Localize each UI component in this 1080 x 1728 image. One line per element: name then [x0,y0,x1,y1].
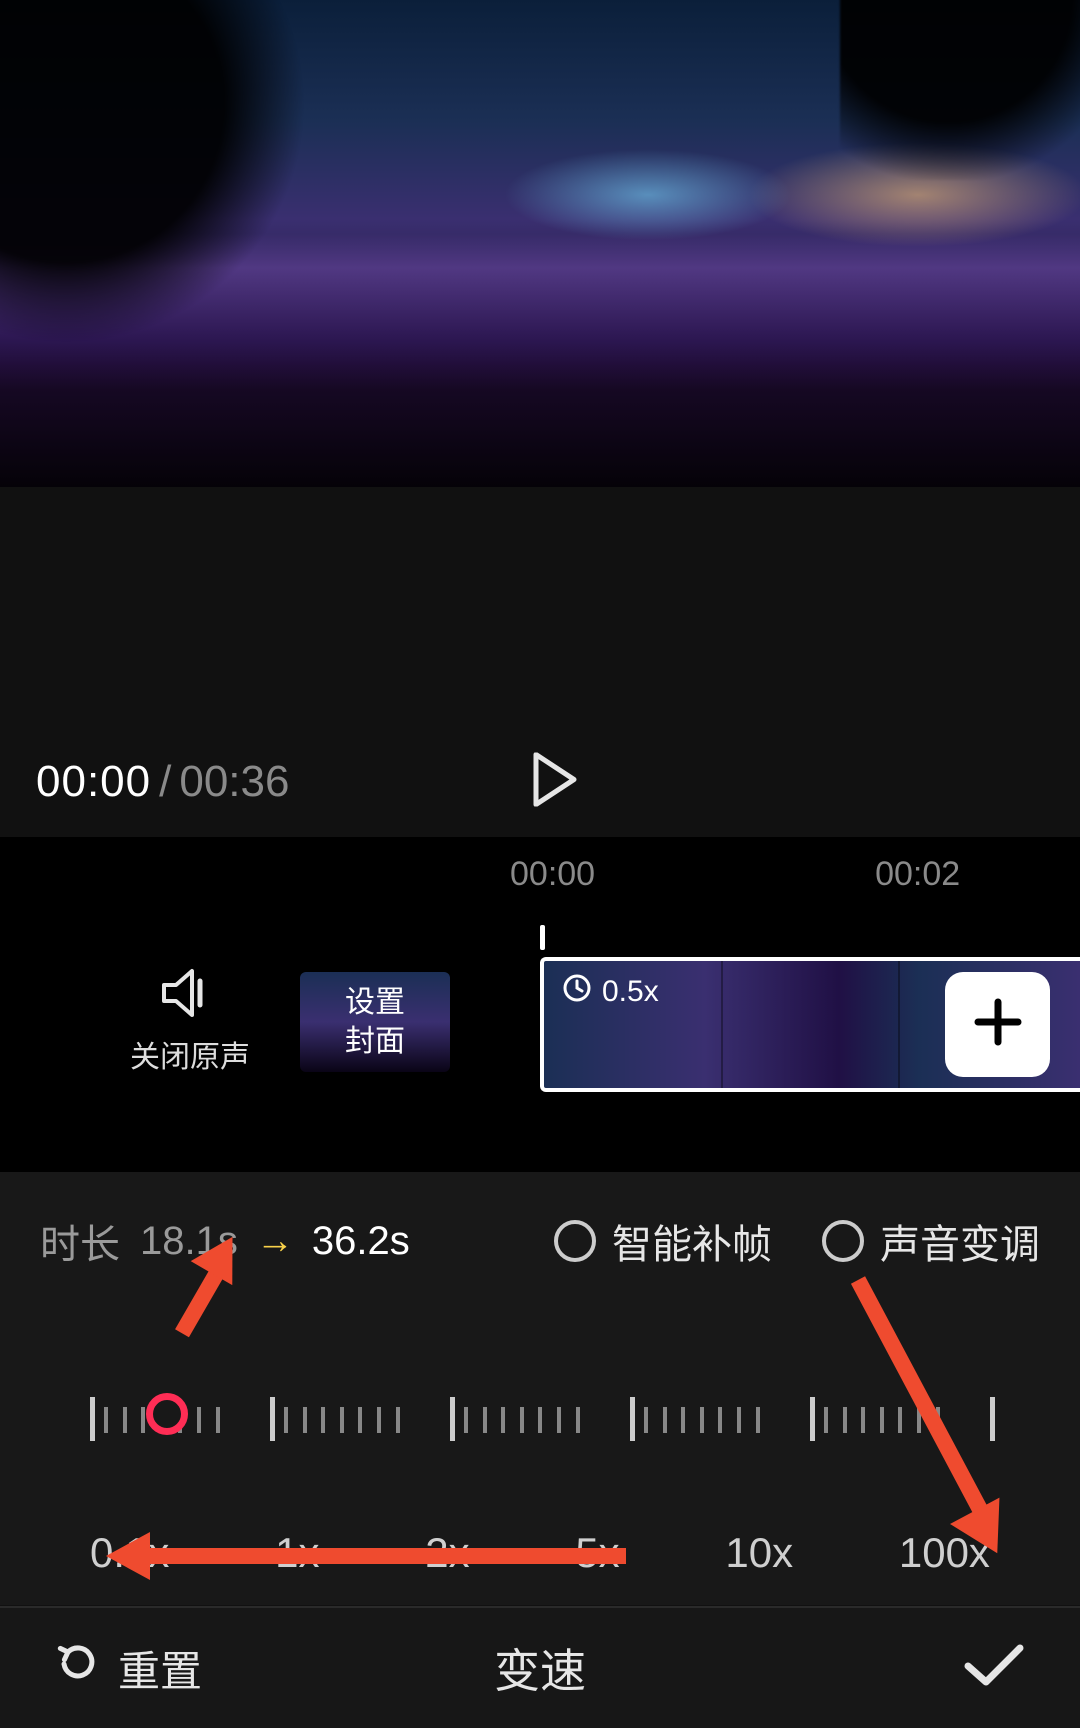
reset-icon [54,1640,100,1696]
duration-from: 18.1s [140,1219,238,1264]
speed-mark: 2x [425,1529,469,1577]
duration-label: 时长 [40,1212,120,1270]
check-icon [962,1642,1026,1690]
speed-slider[interactable]: 0.1x 1x 2x 5x 10x 100x [90,1397,990,1577]
video-preview[interactable] [0,0,1080,487]
mute-button[interactable]: 关闭原声 [130,967,250,1077]
slider-handle[interactable] [146,1393,188,1435]
radio-unchecked-icon [554,1220,596,1262]
speed-mark: 5x [575,1529,619,1577]
plus-icon [972,996,1024,1053]
duration-info: 时长 18.1s → 36.2s 智能补帧 声音变调 [40,1212,1040,1270]
option-label: 智能补帧 [612,1212,772,1270]
smart-interpolation-toggle[interactable]: 智能补帧 [554,1212,772,1270]
playhead[interactable] [540,925,545,950]
time-current: 00:00 [36,757,151,807]
clip-speed-badge: 0.5x [562,973,659,1011]
playback-bar: 00:00 / 00:36 [0,727,1080,837]
speed-mark: 10x [725,1529,793,1577]
bottom-bar: 重置 变速 [0,1606,1080,1728]
set-cover-button[interactable]: 设置 封面 [300,972,450,1072]
set-cover-label: 设置 封面 [345,983,405,1061]
clip-divider [721,961,723,1088]
timeline-ruler: 00:00 00:02 [0,855,1080,894]
reset-button[interactable]: 重置 [0,1638,202,1699]
speed-marks: 0.1x 1x 2x 5x 10x 100x [90,1529,990,1577]
timeline[interactable]: 00:00 00:02 关闭原声 设置 封面 0.5x [0,837,1080,1172]
radio-unchecked-icon [822,1220,864,1262]
speed-mark: 100x [899,1529,990,1577]
play-icon[interactable] [530,753,578,812]
clip-speed-value: 0.5x [602,975,659,1009]
duration-to: 36.2s [312,1219,410,1264]
confirm-button[interactable] [962,1642,1026,1695]
speed-mark: 0.1x [90,1529,169,1577]
pitch-shift-toggle[interactable]: 声音变调 [822,1212,1040,1270]
speed-panel: 时长 18.1s → 36.2s 智能补帧 声音变调 0.1x 1x 2x 5x 10x… [0,1172,1080,1605]
decoration [840,0,1080,180]
decoration [0,0,360,370]
time-separator: / [159,757,171,807]
add-clip-button[interactable] [945,972,1050,1077]
spacer [0,487,1080,727]
mute-label: 关闭原声 [130,1038,250,1077]
panel-title: 变速 [494,1635,586,1701]
clip-divider [898,961,900,1088]
reset-label: 重置 [118,1638,202,1699]
clock-icon [562,973,592,1011]
ruler-label: 00:00 [510,855,595,894]
speaker-icon [160,967,220,1024]
time-total: 00:36 [179,757,289,807]
speed-mark: 1x [275,1529,319,1577]
ruler-label: 00:02 [875,855,960,894]
option-label: 声音变调 [880,1212,1040,1270]
arrow-right-icon: → [256,1220,294,1263]
